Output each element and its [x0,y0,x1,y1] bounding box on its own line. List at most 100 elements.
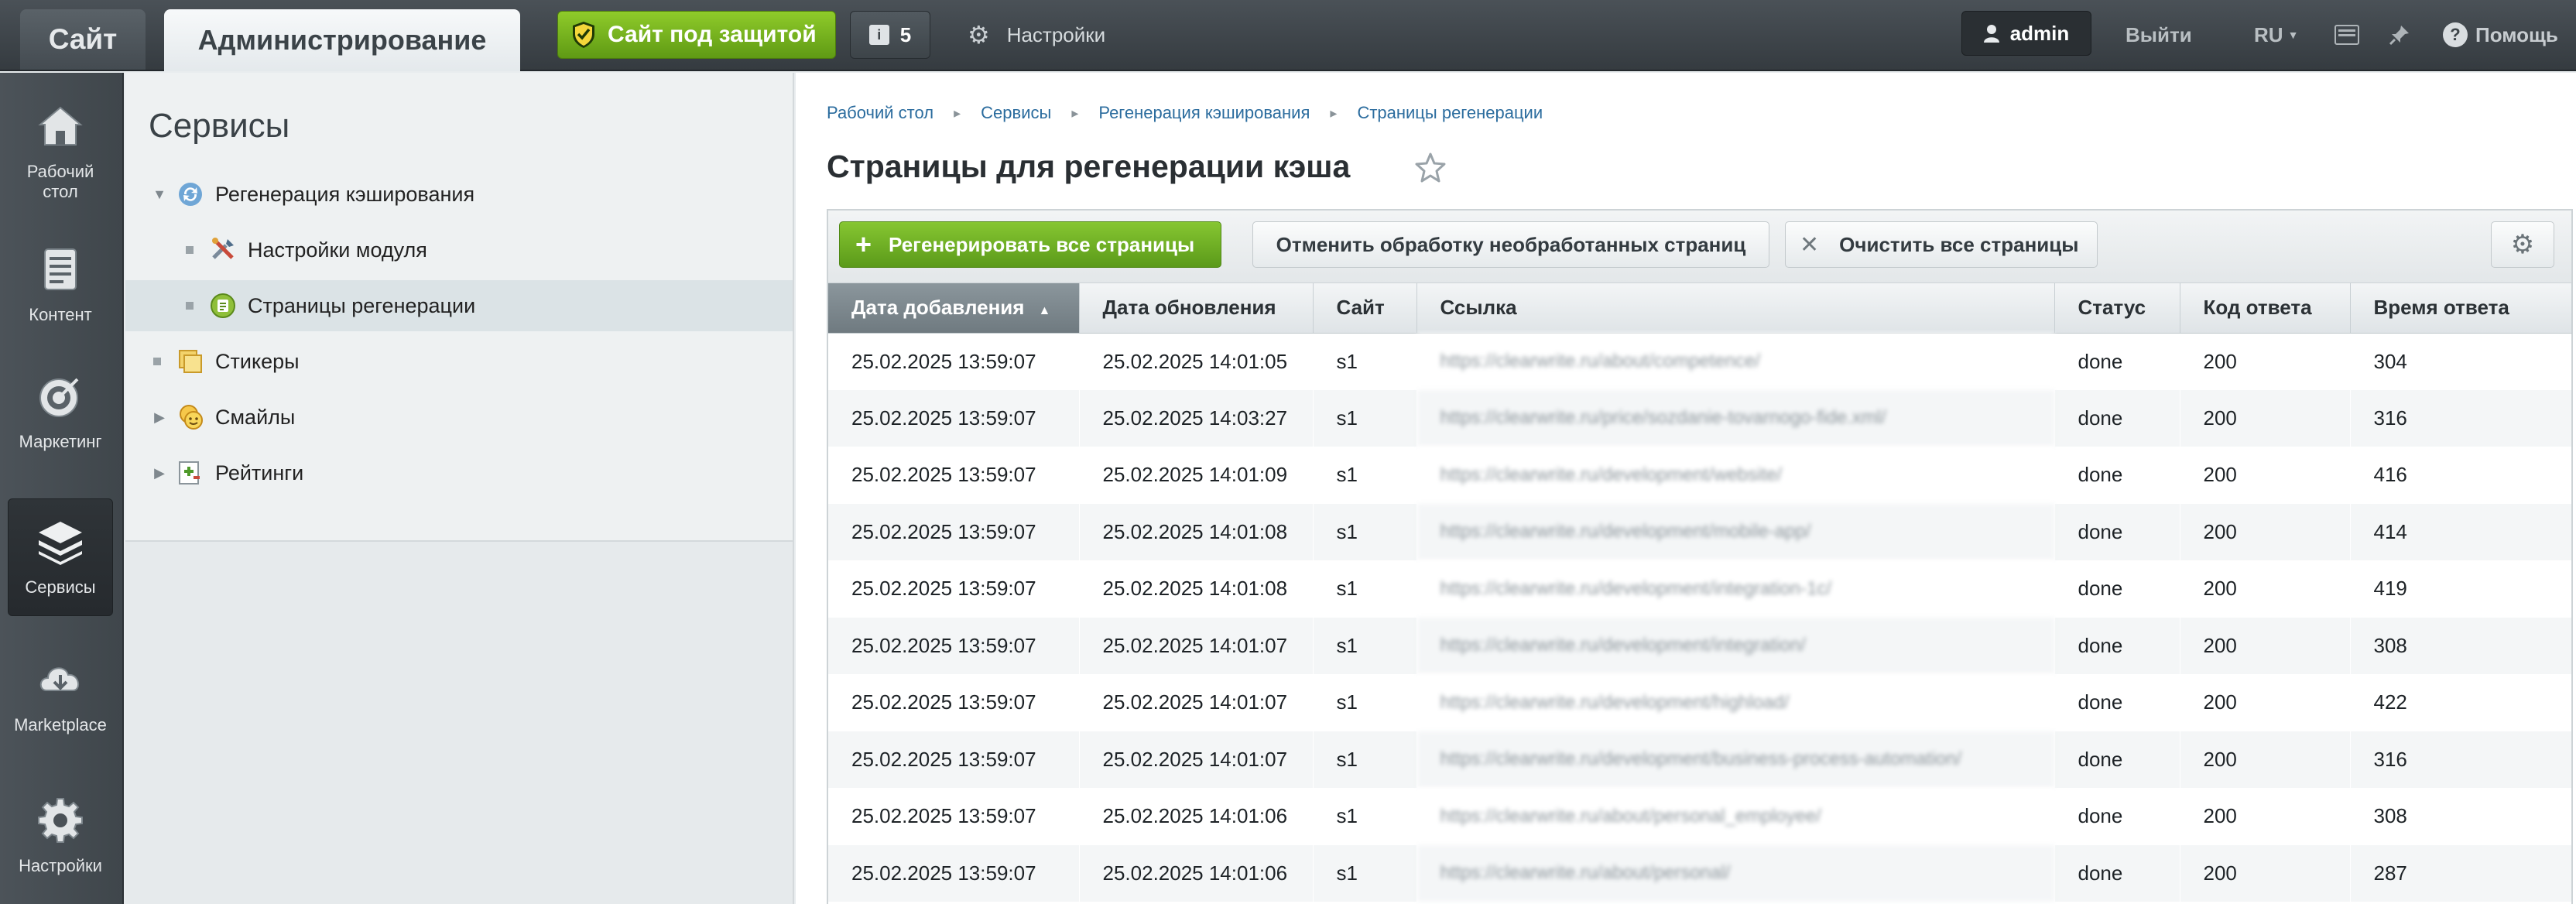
table-row[interactable]: 25.02.2025 13:59:07 25.02.2025 14:01:05 s1… [828,333,2571,390]
nav-settings[interactable]: Настройки [8,777,113,895]
nav-content[interactable]: Контент [8,226,113,344]
shield-check-icon [573,22,594,48]
column-header-date-added[interactable]: Дата добавления ▲ [828,283,1080,334]
nav-marketplace-label: Marketplace [14,715,107,734]
keyboard-icon[interactable] [2331,11,2362,59]
cell-site: s1 [1313,503,1416,560]
cell-status: done [2054,560,2180,618]
cell-status: done [2054,674,2180,731]
cell-site: s1 [1313,844,1416,902]
help-link[interactable]: ? Помощь [2443,11,2558,59]
info-icon: i [868,25,889,45]
column-header-site[interactable]: Сайт [1313,283,1417,334]
language-select[interactable]: RU ▼ [2254,11,2298,59]
tree-item-ratings[interactable]: ▶ Рейтинги [125,447,793,498]
cell-response-time: 316 [2350,731,2571,788]
table-row[interactable]: 25.02.2025 13:59:07 25.02.2025 14:03:27 s1… [828,389,2571,447]
cell-status: done [2054,617,2180,674]
logout-link[interactable]: Выйти [2126,11,2192,59]
regenerate-all-button[interactable]: + Регенерировать все страницы [839,221,1221,268]
column-header-response-time[interactable]: Время ответа [2350,283,2572,334]
table-row[interactable]: 25.02.2025 13:59:07 25.02.2025 14:01:06 s1… [828,788,2571,845]
star-icon[interactable] [1413,150,1447,184]
language-label: RU [2254,22,2283,46]
tree-panel-empty-area [125,540,793,904]
cell-date-updated: 25.02.2025 14:01:06 [1079,788,1313,845]
cell-link[interactable]: https://clearwrite.ru/development/mobile… [1416,503,2054,560]
table-row[interactable]: 25.02.2025 13:59:07 25.02.2025 14:01:07 s1… [828,617,2571,674]
clear-all-button[interactable]: ✕ Очистить все страницы [1785,221,2098,268]
top-settings-link[interactable]: ⚙ Настройки [968,11,1105,59]
cell-date-added: 25.02.2025 13:59:07 [828,447,1079,504]
column-header-status[interactable]: Статус [2054,283,2180,334]
tree-item-module-settings[interactable]: Настройки модуля [125,224,793,276]
cell-link[interactable]: https://clearwrite.ru/about/competence/ [1416,333,2054,390]
user-button[interactable]: admin [1961,11,2091,56]
cell-date-updated: 25.02.2025 14:01:07 [1079,731,1313,788]
table-row[interactable]: 25.02.2025 13:59:07 25.02.2025 14:01:08 s1… [828,560,2571,618]
cell-link[interactable]: https://clearwrite.ru/development/highlo… [1416,674,2054,731]
tree-item-label: Регенерация кэширования [215,182,475,206]
page-title: Страницы для регенерации кэша [827,149,1351,184]
table-row[interactable]: 25.02.2025 13:59:07 25.02.2025 14:01:08 s1… [828,503,2571,560]
table-row[interactable]: 25.02.2025 13:59:07 25.02.2025 14:01:07 s1… [828,731,2571,788]
column-header-date-updated[interactable]: Дата обновления [1079,283,1314,334]
tree-item-stickers[interactable]: Стикеры [125,336,793,387]
home-icon [38,106,83,146]
tree-bullet-icon [186,246,194,254]
cell-date-updated: 25.02.2025 14:01:06 [1079,844,1313,902]
grid-settings-button[interactable]: ⚙ [2491,221,2554,268]
user-icon [1983,25,1999,43]
site-protected-button[interactable]: Сайт под защитой [557,11,836,59]
nav-services[interactable]: Сервисы [8,498,113,616]
tree-expanded-icon[interactable]: ▼ [152,187,167,202]
nav-marketing[interactable]: Маркетинг [8,353,113,471]
help-label: Помощь [2475,22,2558,46]
notifications-button[interactable]: i 5 [850,11,930,59]
tree-item-smileys[interactable]: ▶ Смайлы [125,392,793,443]
cell-link[interactable]: https://clearwrite.ru/about/personal_emp… [1416,788,2054,845]
nav-desktop[interactable]: Рабочий стол [8,93,113,211]
breadcrumb-item-desktop[interactable]: Рабочий стол [827,103,933,123]
cell-status: done [2054,503,2180,560]
cell-response-code: 200 [2180,560,2350,618]
breadcrumb-item-cache-regeneration[interactable]: Регенерация кэширования [1098,103,1310,123]
sticker-icon [179,350,202,373]
question-icon: ? [2443,22,2468,47]
cell-link[interactable]: https://clearwrite.ru/development/integr… [1416,560,2054,618]
breadcrumb-item-services[interactable]: Сервисы [981,103,1051,123]
services-tree-panel: Сервисы ▼ Регенерация кэширования Настро… [125,73,794,904]
cell-link[interactable]: https://clearwrite.ru/development/websit… [1416,447,2054,504]
cell-response-time: 287 [2350,844,2571,902]
nav-marketplace[interactable]: Marketplace [8,636,113,754]
clear-all-label: Очистить все страницы [1839,232,2079,256]
cell-response-time: 419 [2350,560,2571,618]
cell-link[interactable]: https://clearwrite.ru/development/integr… [1416,617,2054,674]
tab-administration[interactable]: Администрирование [164,9,520,71]
table-row[interactable]: 25.02.2025 13:59:07 25.02.2025 14:01:06 s1… [828,844,2571,902]
tree-item-cache-regeneration[interactable]: ▼ Регенерация кэширования [125,169,793,220]
breadcrumb-item-regeneration-pages[interactable]: Страницы регенерации [1357,103,1543,123]
regen-pages-icon [211,293,235,318]
cell-status: done [2054,731,2180,788]
cell-link[interactable]: https://clearwrite.ru/development/busine… [1416,731,2054,788]
tab-site[interactable]: Сайт [20,9,146,70]
cell-link[interactable]: https://clearwrite.ru/price/sozdanie-tov… [1416,389,2054,447]
chevron-right-icon: ▸ [954,104,961,121]
column-header-link[interactable]: Ссылка [1416,283,2055,334]
column-header-response-code[interactable]: Код ответа [2180,283,2351,334]
nav-desktop-label: Рабочий стол [26,162,94,201]
tree-item-regeneration-pages[interactable]: Страницы регенерации [125,280,793,331]
table-row[interactable]: 25.02.2025 13:59:07 25.02.2025 14:01:07 s1… [828,674,2571,731]
tree-collapsed-icon[interactable]: ▶ [152,409,167,425]
cancel-unprocessed-button[interactable]: Отменить обработку необработанных страни… [1252,221,1769,268]
cell-status: done [2054,389,2180,447]
tree-collapsed-icon[interactable]: ▶ [152,465,167,481]
table-row[interactable]: 25.02.2025 13:59:07 25.02.2025 14:01:09 s1… [828,447,2571,504]
pages-grid: + Регенерировать все страницы Отменить о… [827,209,2573,904]
cell-response-time: 308 [2350,788,2571,845]
cell-link[interactable]: https://clearwrite.ru/about/personal/ [1416,844,2054,902]
nav-services-label: Сервисы [25,577,96,597]
pin-icon[interactable] [2384,11,2415,59]
grid-toolbar: + Регенерировать все страницы Отменить о… [828,211,2571,283]
